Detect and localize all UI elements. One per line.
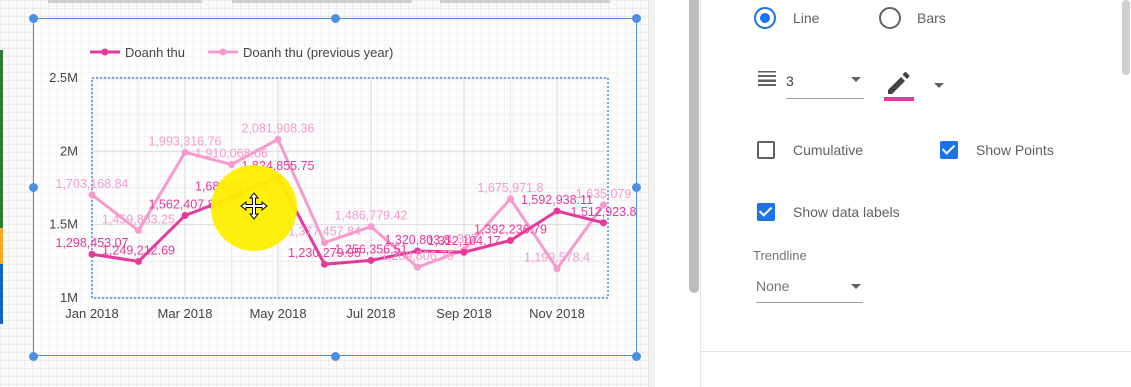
legend-label: Doanh thu (previous year) <box>243 45 393 60</box>
x-tick-label: Sep 2018 <box>436 306 492 321</box>
y-tick-label: 1M <box>60 290 78 305</box>
cumulative-label: Cumulative <box>793 142 864 158</box>
canvas-panel-gutter <box>648 0 655 387</box>
x-tick-label: Mar 2018 <box>158 306 213 321</box>
line-radio[interactable] <box>754 7 776 29</box>
data-point <box>321 260 328 268</box>
data-label: 1,512,923.8 <box>570 205 636 219</box>
chart-axes: 2.5M 2M 1.5M 1MJan 2018 Mar 2018 May 2018 Jul … <box>49 70 585 321</box>
pencil-icon[interactable] <box>884 70 914 102</box>
data-point <box>507 195 514 203</box>
data-label: 1,377,457.84 <box>288 225 361 239</box>
bars-radio-label: Bars <box>917 10 946 26</box>
data-label: 1,703,168.84 <box>56 177 129 191</box>
line-weight-icon <box>758 71 776 86</box>
data-label: 2,081,908.36 <box>242 121 315 135</box>
data-point <box>135 257 142 265</box>
chevron-down-icon[interactable] <box>851 284 861 289</box>
trendline-underline <box>756 302 863 303</box>
x-tick-label: Jan 2018 <box>65 306 119 321</box>
show-points-checkbox[interactable] <box>940 141 958 159</box>
panel-section-divider <box>700 351 1131 352</box>
data-label: 1,199,578.4 <box>524 251 590 265</box>
data-point <box>88 250 96 258</box>
line-weight-underline <box>786 98 864 99</box>
data-point <box>367 223 375 231</box>
data-point <box>367 256 375 264</box>
line-chart[interactable]: Doanh thu Doanh thu (previous year) 2.5M… <box>0 0 648 387</box>
trendline-label: Trendline <box>753 248 807 263</box>
legend-swatch-point <box>219 48 227 56</box>
show-data-labels-label: Show data labels <box>793 204 900 220</box>
x-tick-label: Jul 2018 <box>346 306 395 321</box>
data-point <box>414 263 421 271</box>
data-point <box>321 239 328 247</box>
legend-swatch-point <box>101 48 109 56</box>
line-radio-label: Line <box>793 10 820 26</box>
data-point <box>135 227 142 235</box>
legend-label: Doanh thu <box>125 45 185 60</box>
panel-scrollbar[interactable] <box>1122 0 1130 75</box>
data-point <box>553 265 561 273</box>
x-tick-label: Nov 2018 <box>529 306 585 321</box>
line-weight-value[interactable]: 3 <box>786 73 794 89</box>
chart-legend: Doanh thu Doanh thu (previous year) <box>90 45 393 60</box>
data-label: 1,459,883.25 <box>102 213 175 227</box>
data-point <box>181 212 189 220</box>
canvas-scrollbar[interactable] <box>689 0 699 293</box>
chart-data-labels: 1,703,168.841,459,883.251,993,316.761,91… <box>56 121 637 264</box>
data-point <box>460 248 468 256</box>
y-tick-label: 2.5M <box>49 70 78 85</box>
data-point <box>181 148 189 156</box>
legend-item: Doanh thu <box>90 45 185 60</box>
y-tick-label: 2M <box>60 143 78 158</box>
show-data-labels-checkbox[interactable] <box>757 203 775 221</box>
show-points-label: Show Points <box>976 142 1054 158</box>
data-label: 1,486,779.42 <box>335 209 408 223</box>
data-point <box>88 191 96 199</box>
data-label: 1,562,407.84 <box>149 198 222 212</box>
chevron-down-icon[interactable] <box>851 77 861 82</box>
data-label: 1,249,212.69 <box>102 243 175 257</box>
trendline-select[interactable]: None <box>756 278 789 294</box>
legend-item: Doanh thu (previous year) <box>208 45 393 60</box>
y-tick-label: 1.5M <box>49 217 78 232</box>
x-tick-label: May 2018 <box>249 306 306 321</box>
style-panel: Line Bars 3 Cumulative Show Points Show … <box>700 0 1131 387</box>
cumulative-checkbox[interactable] <box>757 141 775 159</box>
data-point <box>228 161 235 169</box>
data-label: 1,392,236.79 <box>474 222 547 236</box>
bars-radio[interactable] <box>879 7 901 29</box>
data-point <box>553 207 561 215</box>
chevron-down-icon[interactable] <box>934 83 944 88</box>
data-point <box>274 135 282 143</box>
data-point <box>507 236 514 244</box>
data-point <box>600 219 607 227</box>
